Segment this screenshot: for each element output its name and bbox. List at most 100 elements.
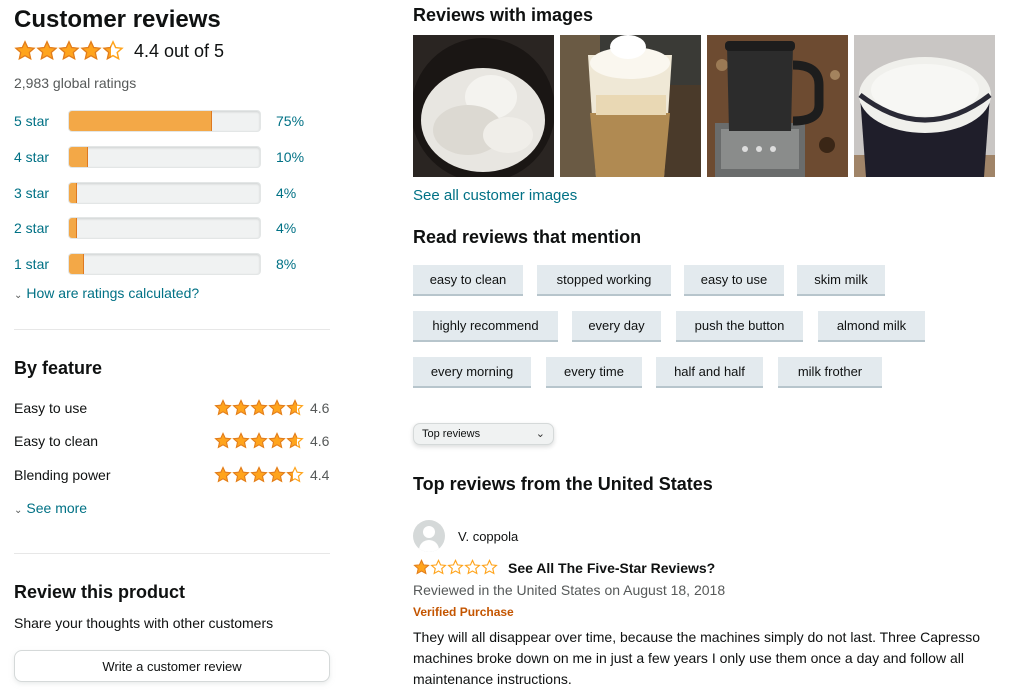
star-icon: [447, 559, 464, 576]
feature-row-easy-to-clean: Easy to clean 4.6: [14, 429, 330, 453]
histogram-percent[interactable]: 4%: [276, 185, 296, 201]
chip-easy-to-use[interactable]: easy to use: [684, 265, 784, 296]
reviews-with-images-title: Reviews with images: [413, 5, 594, 25]
latte-glass-image: [560, 35, 701, 177]
histogram-fill: [69, 111, 213, 131]
chevron-down-icon: ⌄: [535, 428, 545, 440]
histogram-bar[interactable]: [68, 253, 261, 275]
histogram-label[interactable]: 3 star: [14, 185, 68, 201]
star-icon: [214, 432, 232, 450]
histogram-row-4-star[interactable]: 4 star 10%: [14, 144, 330, 170]
histogram-label[interactable]: 1 star: [14, 256, 68, 272]
review-images: [413, 35, 995, 177]
star-icon: [286, 399, 304, 417]
chip-milk-frother[interactable]: milk frother: [778, 357, 882, 388]
star-icon: [232, 399, 250, 417]
histogram-fill: [69, 218, 77, 238]
chip-easy-to-clean[interactable]: easy to clean: [413, 265, 523, 296]
milk-frother-machine-image: [707, 35, 848, 177]
chip-every-time[interactable]: every time: [546, 357, 642, 388]
star-icon: [102, 40, 124, 62]
star-icon: [286, 432, 304, 450]
feature-stars: [214, 432, 304, 450]
histogram-fill: [69, 147, 89, 167]
histogram-row-3-star[interactable]: 3 star 4%: [14, 180, 330, 206]
star-icon: [250, 432, 268, 450]
star-icon: [232, 466, 250, 484]
see-more-text[interactable]: See more: [26, 500, 87, 516]
write-review-button[interactable]: Write a customer review: [14, 650, 330, 682]
histogram-percent[interactable]: 10%: [276, 149, 304, 165]
star-icon: [214, 399, 232, 417]
star-icon: [430, 559, 447, 576]
review-image-2[interactable]: [560, 35, 701, 177]
review-image-4[interactable]: [854, 35, 995, 177]
review-body: They will all disappear over time, becau…: [413, 629, 981, 687]
star-icon: [268, 432, 286, 450]
review-this-product-title: Review this product: [14, 582, 186, 602]
how-ratings-calculated-link[interactable]: ⌄ How are ratings calculated?: [14, 285, 199, 303]
histogram-bar[interactable]: [68, 182, 261, 204]
by-feature-title: By feature: [14, 358, 103, 378]
customer-reviews-title: Customer reviews: [14, 6, 221, 33]
review-title[interactable]: See All The Five-Star Reviews?: [508, 560, 715, 576]
feature-name: Easy to use: [14, 400, 88, 416]
review-author: V. coppola: [413, 520, 518, 552]
histogram-label[interactable]: 4 star: [14, 149, 68, 165]
feature-name: Easy to clean: [14, 433, 99, 449]
feature-row-blending-power: Blending power 4.4: [14, 463, 330, 487]
star-icon: [464, 559, 481, 576]
chip-every-day[interactable]: every day: [572, 311, 661, 342]
feature-stars: [214, 466, 304, 484]
chip-almond-milk[interactable]: almond milk: [818, 311, 925, 342]
star-icon: [413, 559, 430, 576]
review-image-1[interactable]: [413, 35, 554, 177]
histogram-percent[interactable]: 75%: [276, 113, 304, 129]
top-reviews-title: Top reviews from the United States: [413, 474, 713, 494]
histogram-row-2-star[interactable]: 2 star 4%: [14, 215, 330, 241]
chevron-down-icon: ⌄: [14, 290, 23, 301]
histogram-fill: [69, 183, 77, 203]
review-image-3[interactable]: [707, 35, 848, 177]
chip-skim-milk[interactable]: skim milk: [797, 265, 885, 296]
histogram-label[interactable]: 5 star: [14, 113, 68, 129]
histogram-row-1-star[interactable]: 1 star 8%: [14, 251, 330, 277]
star-icon: [80, 40, 102, 62]
histogram-bar[interactable]: [68, 217, 261, 239]
foam-in-pitcher-image: [854, 35, 995, 177]
star-icon: [58, 40, 80, 62]
global-ratings-count: 2,983 global ratings: [14, 75, 137, 91]
feature-value: 4.6: [310, 400, 330, 416]
histogram-percent[interactable]: 4%: [276, 220, 296, 236]
histogram-row-5-star[interactable]: 5 star 75%: [14, 108, 330, 134]
star-icon: [250, 399, 268, 417]
chip-half-and-half[interactable]: half and half: [656, 357, 763, 388]
star-icon: [214, 466, 232, 484]
verified-purchase-badge: Verified Purchase: [413, 605, 514, 619]
review-stars: [413, 559, 498, 576]
review-title-row: See All The Five-Star Reviews?: [413, 559, 715, 576]
milk-foam-cup-image: [413, 35, 554, 177]
review-date: Reviewed in the United States on August …: [413, 582, 726, 598]
star-icon: [232, 432, 250, 450]
chip-push-the-button[interactable]: push the button: [676, 311, 803, 342]
reviewer-name[interactable]: V. coppola: [458, 529, 518, 544]
chip-stopped-working[interactable]: stopped working: [537, 265, 671, 296]
star-icon: [36, 40, 58, 62]
histogram-bar[interactable]: [68, 110, 261, 132]
histogram-percent[interactable]: 8%: [276, 256, 296, 272]
histogram-label[interactable]: 2 star: [14, 220, 68, 236]
chip-highly-recommend[interactable]: highly recommend: [413, 311, 558, 342]
chevron-down-icon: ⌄: [14, 505, 23, 516]
how-ratings-calculated-text[interactable]: How are ratings calculated?: [26, 285, 199, 301]
see-more-features-link[interactable]: ⌄ See more: [14, 500, 87, 518]
see-all-images-text[interactable]: See all customer images: [413, 187, 577, 204]
star-icon: [268, 466, 286, 484]
histogram-bar[interactable]: [68, 146, 261, 168]
avatar: [413, 520, 445, 552]
see-all-customer-images-link[interactable]: See all customer images: [413, 187, 577, 205]
feature-value: 4.6: [310, 433, 330, 449]
sort-reviews-dropdown[interactable]: Top reviews ⌄: [413, 423, 554, 445]
overall-stars[interactable]: [14, 40, 124, 62]
chip-every-morning[interactable]: every morning: [413, 357, 531, 388]
